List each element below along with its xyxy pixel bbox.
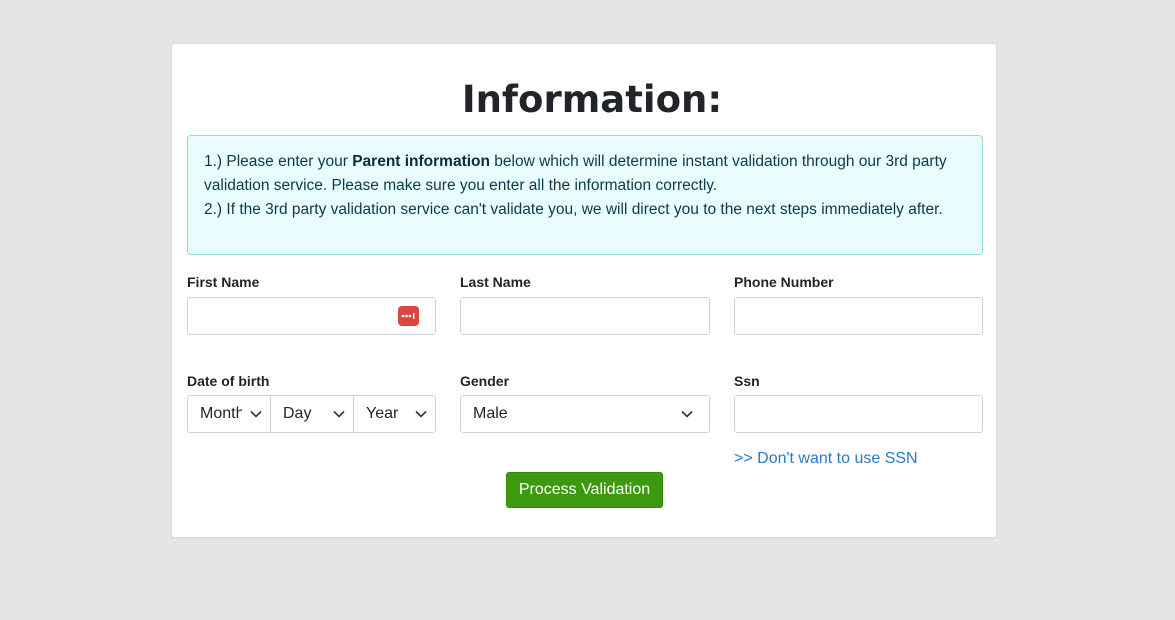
notice-line2: 2.) If the 3rd party validation service … [204, 201, 943, 218]
ssn-label: Ssn [734, 373, 760, 389]
dob-day-select[interactable]: Day [270, 395, 354, 433]
process-validation-button[interactable]: Process Validation [506, 472, 663, 508]
gender-label: Gender [460, 373, 510, 389]
dob-month-value: Month [200, 405, 242, 422]
dob-label: Date of birth [187, 373, 270, 389]
chevron-down-icon [242, 410, 270, 418]
dob-month-select[interactable]: Month [187, 395, 271, 433]
chevron-down-icon [325, 410, 353, 418]
validation-form-card: Information: 1.) Please enter your Paren… [171, 43, 997, 538]
chevron-down-icon [407, 410, 435, 418]
info-notice: 1.) Please enter your Parent information… [187, 135, 983, 255]
chevron-down-icon [673, 410, 701, 418]
dob-year-value: Year [366, 405, 399, 422]
dob-day-value: Day [283, 405, 312, 422]
dob-year-select[interactable]: Year [353, 395, 436, 433]
page-title: Information: [461, 78, 723, 121]
last-name-label: Last Name [460, 274, 531, 290]
phone-label: Phone Number [734, 274, 834, 290]
gender-select[interactable]: Male [460, 395, 710, 433]
gender-value: Male [473, 405, 508, 422]
dots-icon [401, 313, 415, 319]
notice-line1-prefix: 1.) Please enter your [204, 153, 353, 170]
notice-line1-bold: Parent information [352, 153, 490, 170]
last-name-input[interactable] [460, 297, 710, 335]
ssn-input[interactable] [734, 395, 983, 433]
phone-input[interactable] [734, 297, 983, 335]
password-manager-icon[interactable] [398, 306, 419, 326]
first-name-label: First Name [187, 274, 260, 290]
no-ssn-link[interactable]: >> Don't want to use SSN [734, 450, 918, 468]
